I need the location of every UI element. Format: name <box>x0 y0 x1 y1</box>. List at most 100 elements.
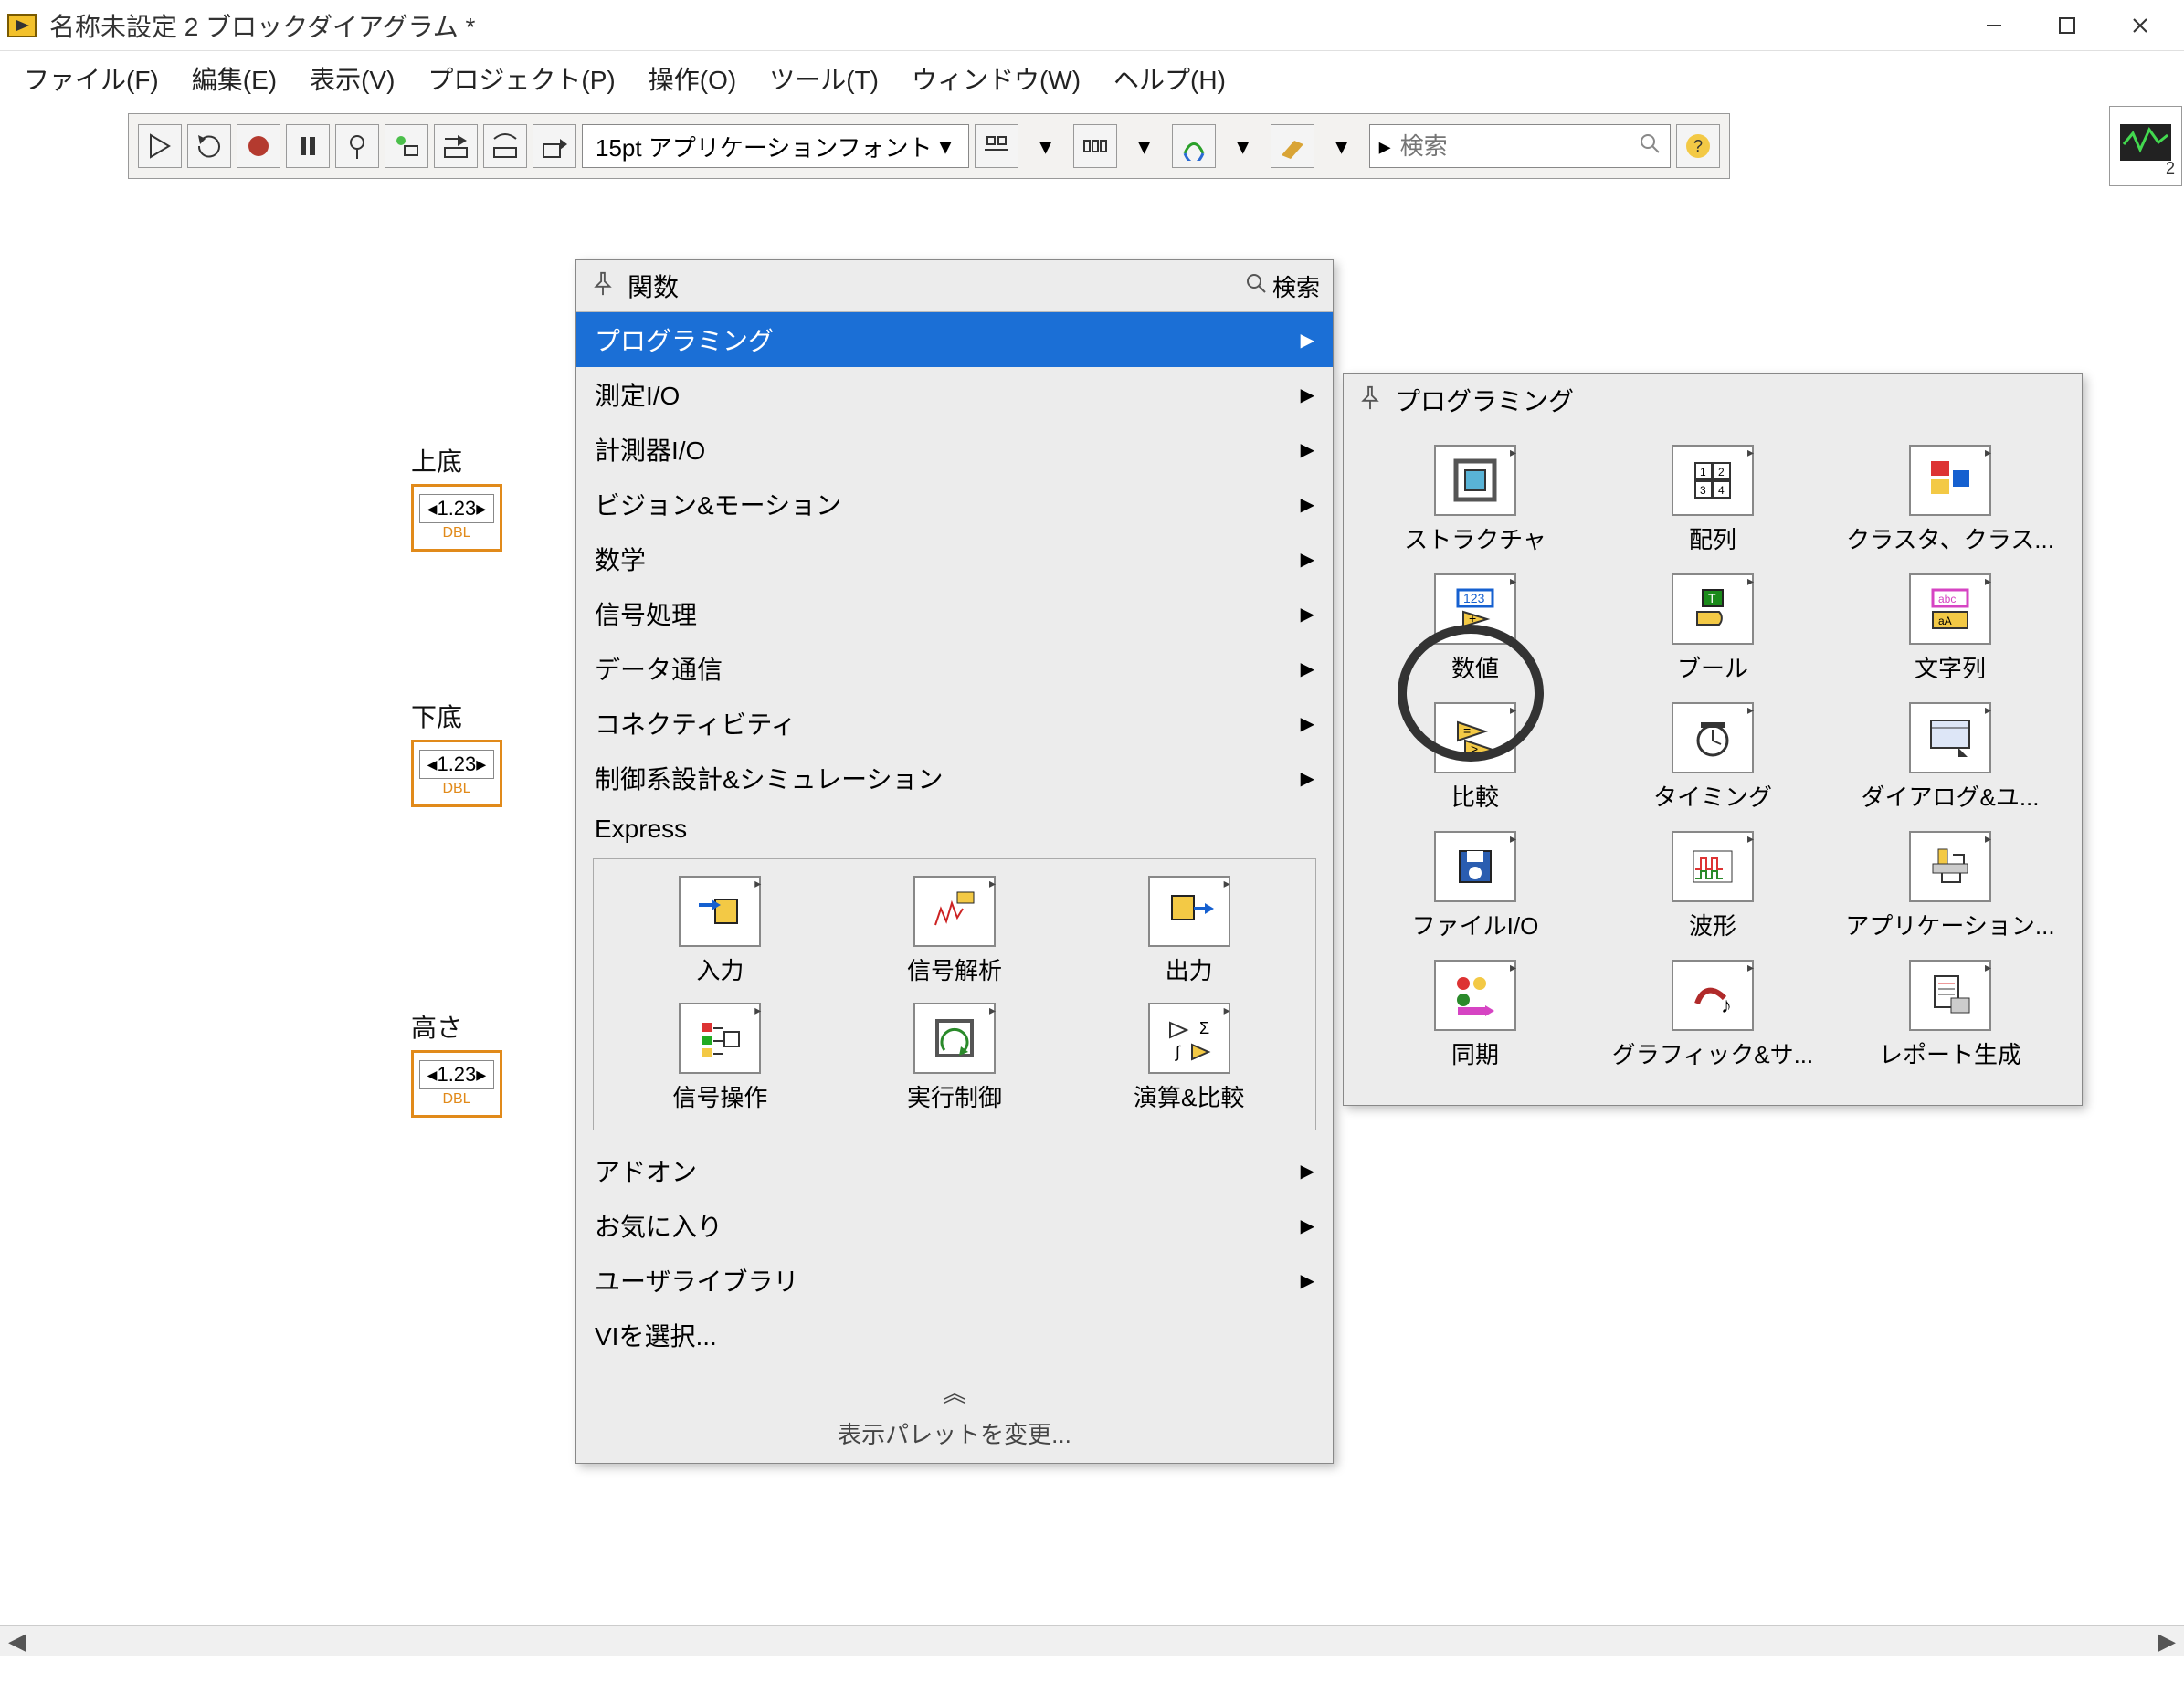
highlight-exec-button[interactable] <box>335 124 379 168</box>
cat-programming[interactable]: プログラミング▶ <box>576 312 1333 367</box>
comparison-icon: => <box>1434 702 1516 773</box>
pal-application[interactable]: アプリケーション... <box>1831 831 2069 941</box>
express-output[interactable]: 出力 <box>1071 876 1306 986</box>
cat-vision-motion[interactable]: ビジョン&モーション▶ <box>576 477 1333 531</box>
pal-report[interactable]: レポート生成 <box>1831 960 2069 1070</box>
express-signal-analysis[interactable]: 信号解析 <box>838 876 1072 986</box>
step-out-button[interactable] <box>533 124 576 168</box>
file-io-icon <box>1434 831 1516 902</box>
search-field[interactable]: ▸ <box>1369 124 1671 168</box>
cat-user-lib[interactable]: ユーザライブラリ▶ <box>576 1253 1333 1308</box>
svg-text:4: 4 <box>1718 484 1725 497</box>
app-icon <box>7 11 37 40</box>
reorder-dropdown[interactable]: ▾ <box>1320 124 1364 168</box>
express-subpalette: 入力 信号解析 出力 信号操作 実行制御 Σ∫ 演算&比較 <box>593 858 1316 1130</box>
search-input[interactable] <box>1400 132 1630 161</box>
pal-dialog[interactable]: ダイアログ&ユ... <box>1831 702 2069 813</box>
menu-view[interactable]: 表示(V) <box>293 55 411 102</box>
pal-cluster[interactable]: クラスタ、クラス... <box>1831 445 2069 555</box>
menu-tools[interactable]: ツール(T) <box>753 55 895 102</box>
pal-file-io[interactable]: ファイルI/O <box>1356 831 1594 941</box>
chevrons-up-icon[interactable]: ︽ <box>943 1375 966 1409</box>
reorder-button[interactable] <box>1271 124 1314 168</box>
palette-search[interactable]: 検索 <box>1245 269 1320 303</box>
terminal-label: 下底 <box>411 698 512 734</box>
scroll-right-button[interactable]: ▶ <box>2153 1629 2180 1655</box>
terminal-label: 上底 <box>411 442 512 478</box>
pal-array[interactable]: 1234配列 <box>1594 445 1831 555</box>
pause-button[interactable] <box>286 124 330 168</box>
pal-graphics[interactable]: ♪グラフィック&サ... <box>1594 960 1831 1070</box>
menu-edit[interactable]: 編集(E) <box>175 55 293 102</box>
scroll-left-button[interactable]: ◀ <box>4 1629 31 1655</box>
h-scrollbar[interactable]: ◀ ▶ <box>0 1625 2184 1656</box>
title-bar: 名称未設定 2 ブロックダイアグラム * <box>0 0 2184 51</box>
menu-project[interactable]: プロジェクト(P) <box>411 55 631 102</box>
help-button[interactable]: ? <box>1676 124 1720 168</box>
block-diagram-canvas[interactable]: 上底 ◀1.23▸ DBL 下底 ◀1.23▸ DBL 高さ ◀1.23▸ DB… <box>0 186 2184 1656</box>
cat-control-sim[interactable]: 制御系設計&シミュレーション▶ <box>576 751 1333 805</box>
menu-file[interactable]: ファイル(F) <box>7 55 175 102</box>
dialog-icon <box>1909 702 1991 773</box>
pal-waveform[interactable]: 波形 <box>1594 831 1831 941</box>
menu-operate[interactable]: 操作(O) <box>632 55 753 102</box>
menu-window[interactable]: ウィンドウ(W) <box>895 55 1097 102</box>
svg-text:?: ? <box>1693 137 1703 155</box>
cat-express[interactable]: Express <box>576 805 1333 853</box>
pal-timing[interactable]: タイミング <box>1594 702 1831 813</box>
cluster-icon <box>1909 445 1991 516</box>
pal-numeric[interactable]: 123+数値 <box>1356 573 1594 684</box>
cat-measurement-io[interactable]: 測定I/O▶ <box>576 367 1333 422</box>
menu-help[interactable]: ヘルプ(H) <box>1097 55 1242 102</box>
minimize-button[interactable] <box>1957 0 2031 51</box>
cat-data-comm[interactable]: データ通信▶ <box>576 641 1333 696</box>
maximize-button[interactable] <box>2031 0 2104 51</box>
run-continuous-button[interactable] <box>187 124 231 168</box>
change-palette-link[interactable]: 表示パレットを変更... <box>838 1416 1071 1450</box>
terminal-height[interactable]: 高さ ◀1.23▸ DBL <box>411 1008 512 1118</box>
align-dropdown[interactable]: ▾ <box>1024 124 1068 168</box>
cat-connectivity[interactable]: コネクティビティ▶ <box>576 696 1333 751</box>
cat-select-vi[interactable]: VIを選択... <box>576 1308 1333 1362</box>
dbl-control-icon: ◀1.23▸ DBL <box>411 484 502 552</box>
pal-sync[interactable]: 同期 <box>1356 960 1594 1070</box>
svg-text:>: > <box>1471 741 1478 756</box>
distribute-button[interactable] <box>1073 124 1117 168</box>
run-button[interactable] <box>138 124 182 168</box>
cat-instrument-io[interactable]: 計測器I/O▶ <box>576 422 1333 477</box>
terminal-lower-base[interactable]: 下底 ◀1.23▸ DBL <box>411 698 512 807</box>
vi-icon[interactable]: 2 <box>2109 106 2182 186</box>
font-selector[interactable]: 15pt アプリケーションフォント ▾ <box>582 124 969 168</box>
abort-button[interactable] <box>237 124 280 168</box>
express-signal-manip[interactable]: 信号操作 <box>603 1003 838 1113</box>
cat-signal-proc[interactable]: 信号処理▶ <box>576 586 1333 641</box>
chevron-right-icon: ▶ <box>1301 1160 1314 1183</box>
retain-wire-button[interactable] <box>385 124 428 168</box>
chevron-right-icon: ▶ <box>1301 493 1314 516</box>
express-exec-control[interactable]: 実行制御 <box>838 1003 1072 1113</box>
terminal-upper-base[interactable]: 上底 ◀1.23▸ DBL <box>411 442 512 552</box>
svg-text:♪: ♪ <box>1721 994 1732 1018</box>
cat-math[interactable]: 数学▶ <box>576 531 1333 586</box>
chevron-down-icon: ▾ <box>940 132 952 161</box>
express-arith-compare[interactable]: Σ∫ 演算&比較 <box>1071 1003 1306 1113</box>
cat-favorites[interactable]: お気に入り▶ <box>576 1198 1333 1253</box>
pin-icon[interactable] <box>589 269 617 303</box>
chevron-right-icon: ▶ <box>1301 438 1314 461</box>
toolbar: 15pt アプリケーションフォント ▾ ▾ ▾ ▾ ▾ ▸ ? <box>128 113 1730 179</box>
step-into-button[interactable] <box>434 124 478 168</box>
align-button[interactable] <box>975 124 1018 168</box>
pal-boolean[interactable]: Tブール <box>1594 573 1831 684</box>
pin-icon[interactable] <box>1356 384 1384 417</box>
distribute-dropdown[interactable]: ▾ <box>1123 124 1166 168</box>
font-selector-label: 15pt アプリケーションフォント <box>596 130 933 163</box>
pal-structures[interactable]: ストラクチャ <box>1356 445 1594 555</box>
express-input[interactable]: 入力 <box>603 876 838 986</box>
pal-comparison[interactable]: =>比較 <box>1356 702 1594 813</box>
close-button[interactable] <box>2104 0 2177 51</box>
cleanup-dropdown[interactable]: ▾ <box>1221 124 1265 168</box>
step-over-button[interactable] <box>483 124 527 168</box>
cat-addons[interactable]: アドオン▶ <box>576 1143 1333 1198</box>
cleanup-button[interactable] <box>1172 124 1216 168</box>
pal-string[interactable]: abcaA文字列 <box>1831 573 2069 684</box>
